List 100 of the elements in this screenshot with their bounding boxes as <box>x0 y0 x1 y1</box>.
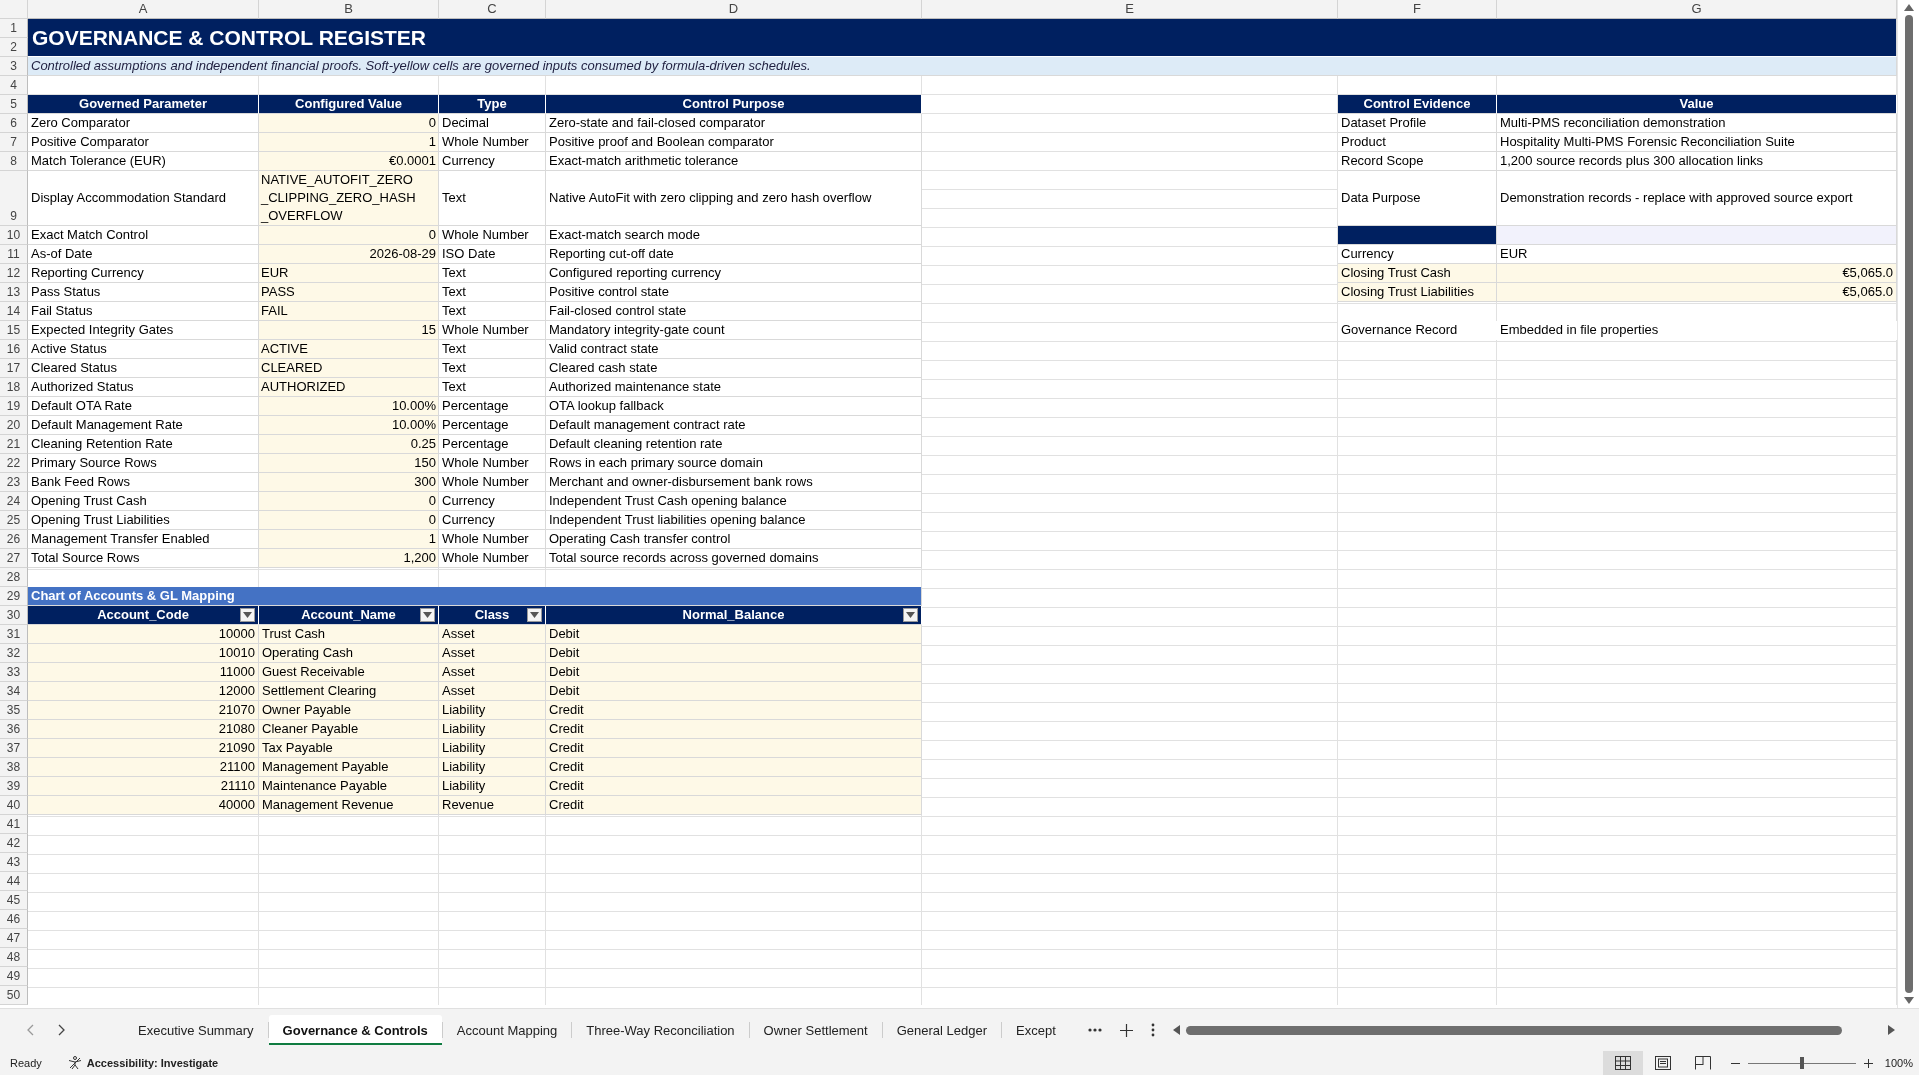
table-cell: Credit <box>546 777 922 796</box>
row-number[interactable]: 44 <box>0 872 28 891</box>
sheet-tab[interactable]: General Ledger <box>882 1015 1001 1045</box>
column-header: Account_Name <box>301 607 396 623</box>
row-number[interactable]: 46 <box>0 910 28 929</box>
row-number[interactable]: 37 <box>0 739 28 758</box>
row-number[interactable]: 35 <box>0 701 28 720</box>
table-cell: Debit <box>546 682 922 701</box>
row-number[interactable]: 45 <box>0 891 28 910</box>
column-letter[interactable]: A <box>28 0 259 19</box>
row-number[interactable]: 42 <box>0 834 28 853</box>
zoom-level[interactable]: 100% <box>1884 1057 1913 1069</box>
row-number[interactable]: 30 <box>0 606 28 625</box>
row-number[interactable]: 21 <box>0 435 28 454</box>
table-cell: 21090 <box>28 739 259 758</box>
table-cell: Opening Trust Cash <box>28 492 259 511</box>
table-cell: FAIL <box>259 302 439 321</box>
row-number[interactable]: 39 <box>0 777 28 796</box>
row-number[interactable]: 34 <box>0 682 28 701</box>
row-number[interactable]: 31 <box>0 625 28 644</box>
row-number[interactable]: 12 <box>0 264 28 283</box>
table-cell: 10.00% <box>259 416 439 435</box>
row-number[interactable]: 32 <box>0 644 28 663</box>
table-cell: Opening Trust Liabilities <box>28 511 259 530</box>
row-number[interactable]: 38 <box>0 758 28 777</box>
accessibility-status[interactable]: Accessibility: Investigate <box>86 1057 219 1069</box>
table-cell: Mandatory integrity-gate count <box>546 321 922 340</box>
row-number[interactable]: 26 <box>0 530 28 549</box>
table-cell: Management Payable <box>259 758 439 777</box>
row-number[interactable]: 8 <box>0 152 28 171</box>
row-number[interactable]: 50 <box>0 986 28 1005</box>
row-number[interactable]: 9 <box>0 171 28 226</box>
row-number[interactable]: 10 <box>0 226 28 245</box>
table-cell: Whole Number <box>439 454 546 473</box>
table-cell: 0 <box>259 226 439 245</box>
sheet-tab[interactable]: Account Mapping <box>442 1015 572 1045</box>
row-number[interactable]: 28 <box>0 568 28 587</box>
column-letter[interactable]: G <box>1497 0 1897 19</box>
column-letter[interactable]: E <box>922 0 1338 19</box>
row-number[interactable]: 4 <box>0 76 28 95</box>
table-cell: Closing Trust Liabilities <box>1338 283 1497 302</box>
column-letter[interactable]: D <box>546 0 922 19</box>
table-cell: 10.00% <box>259 397 439 416</box>
table-cell: Asset <box>439 682 546 701</box>
row-number[interactable]: 23 <box>0 473 28 492</box>
table-cell: EUR <box>259 264 439 283</box>
row-number[interactable]: 48 <box>0 948 28 967</box>
row-number[interactable]: 49 <box>0 967 28 986</box>
table-cell: 150 <box>259 454 439 473</box>
row-number[interactable]: 20 <box>0 416 28 435</box>
column-letter[interactable]: C <box>439 0 546 19</box>
table-cell: Default management contract rate <box>546 416 922 435</box>
table-cell: Default cleaning retention rate <box>546 435 922 454</box>
row-number[interactable]: 5 <box>0 95 28 114</box>
table-cell: 0 <box>259 492 439 511</box>
table-cell: 21070 <box>28 701 259 720</box>
row-number[interactable]: 11 <box>0 245 28 264</box>
table-cell: Liability <box>439 758 546 777</box>
table-cell: Total source records across governed domains <box>546 549 922 568</box>
row-number[interactable]: 15 <box>0 321 28 340</box>
row-number[interactable]: 18 <box>0 378 28 397</box>
row-number[interactable]: 43 <box>0 853 28 872</box>
table-cell: Asset <box>439 663 546 682</box>
sheet-tab[interactable]: Except <box>1002 1015 1070 1045</box>
row-number[interactable]: 24 <box>0 492 28 511</box>
table-cell: Data Purpose <box>1338 171 1497 226</box>
table-cell: Dataset Profile <box>1338 114 1497 133</box>
table-cell: Default Management Rate <box>28 416 259 435</box>
row-number[interactable]: 27 <box>0 549 28 568</box>
row-number[interactable]: 1 <box>0 19 28 38</box>
row-number[interactable]: 33 <box>0 663 28 682</box>
row-number[interactable]: 22 <box>0 454 28 473</box>
row-number[interactable]: 19 <box>0 397 28 416</box>
row-number[interactable]: 7 <box>0 133 28 152</box>
row-number[interactable]: 47 <box>0 929 28 948</box>
row-number[interactable]: 13 <box>0 283 28 302</box>
table-cell: AUTHORIZED <box>259 378 439 397</box>
table-cell: PASS <box>259 283 439 302</box>
row-number[interactable]: 25 <box>0 511 28 530</box>
sheet-tab[interactable]: Governance & Controls <box>268 1015 442 1045</box>
table-cell: Native AutoFit with zero clipping and zero hash overflow <box>546 171 922 226</box>
row-number[interactable]: 14 <box>0 302 28 321</box>
row-number[interactable]: 29 <box>0 587 28 606</box>
table-cell: Debit <box>546 663 922 682</box>
column-letter[interactable]: F <box>1338 0 1497 19</box>
table-cell: Percentage <box>439 397 546 416</box>
row-number[interactable]: 2 <box>0 38 28 57</box>
row-number[interactable]: 41 <box>0 815 28 834</box>
table-cell: Credit <box>546 796 922 815</box>
row-number[interactable]: 36 <box>0 720 28 739</box>
table-cell: Zero-state and fail-closed comparator <box>546 114 922 133</box>
sheet-tab[interactable]: Executive Summary <box>124 1015 268 1045</box>
row-number[interactable]: 16 <box>0 340 28 359</box>
row-number[interactable]: 3 <box>0 57 28 76</box>
row-number[interactable]: 40 <box>0 796 28 815</box>
column-letter[interactable]: B <box>259 0 439 19</box>
row-number[interactable]: 17 <box>0 359 28 378</box>
row-number[interactable]: 6 <box>0 114 28 133</box>
sheet-tab[interactable]: Owner Settlement <box>749 1015 882 1045</box>
sheet-tab[interactable]: Three-Way Reconciliation <box>572 1015 749 1045</box>
